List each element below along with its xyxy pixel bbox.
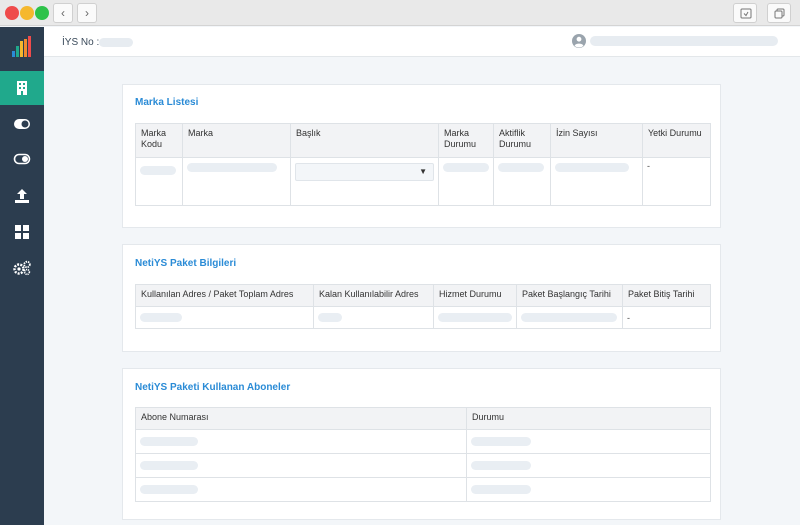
column-header-brand: Marka xyxy=(182,123,291,158)
close-window-button[interactable] xyxy=(5,6,19,20)
package-end-date-value: - xyxy=(627,312,630,323)
subscriber-number-value xyxy=(140,485,198,494)
bar-chart-logo-icon[interactable] xyxy=(0,27,44,67)
package-info-title: NetiYS Paket Bilgileri xyxy=(135,258,237,269)
permission-count-value xyxy=(555,163,629,172)
toggle-off-icon xyxy=(13,153,31,165)
share-icon xyxy=(740,8,752,19)
subscribers-title: NetiYS Paketi Kullanan Aboneler xyxy=(135,382,291,393)
column-header-service-status: Hizmet Durumu xyxy=(433,284,517,307)
sidebar-item-upload[interactable] xyxy=(0,179,44,213)
authority-status-value: - xyxy=(647,161,650,171)
column-header-used-total-address: Kullanılan Adres / Paket Toplam Adres xyxy=(135,284,314,307)
iys-number-label: İYS No : xyxy=(62,37,100,48)
subscriber-status-value xyxy=(471,437,531,446)
share-button[interactable] xyxy=(733,3,757,23)
column-header-package-end-date: Paket Bitiş Tarihi xyxy=(622,284,711,307)
subscriber-status-value xyxy=(471,485,531,494)
column-header-status: Durumu xyxy=(466,407,711,430)
tabs-button[interactable] xyxy=(767,3,791,23)
column-header-active-status: Aktiflik Durumu xyxy=(493,123,551,158)
subscriber-status-value xyxy=(471,461,531,470)
used-total-address-value xyxy=(140,313,182,322)
active-status-value xyxy=(498,163,544,172)
table-row: - xyxy=(135,306,711,329)
top-header: İYS No : xyxy=(44,27,800,57)
sidebar-item-permissions-off[interactable] xyxy=(0,142,44,176)
subscribers-table: Abone Numarası Durumu xyxy=(135,407,711,502)
column-header-authority-status: Yetki Durumu xyxy=(642,123,711,158)
subscriber-number-value xyxy=(140,461,198,470)
subscribers-card: NetiYS Paketi Kullanan Aboneler Abone Nu… xyxy=(122,368,721,520)
sidebar-item-dashboard[interactable] xyxy=(0,215,44,249)
back-button[interactable]: ‹ xyxy=(53,3,73,23)
building-icon xyxy=(17,81,27,95)
forward-button[interactable]: › xyxy=(77,3,97,23)
sidebar xyxy=(0,27,44,525)
service-status-value xyxy=(438,313,512,322)
package-start-date-value xyxy=(521,313,617,322)
table-row xyxy=(135,453,711,478)
browser-chrome: ‹ › xyxy=(0,0,800,26)
column-header-title: Başlık xyxy=(290,123,439,158)
sidebar-item-settings[interactable] xyxy=(0,251,44,285)
table-row: ▼ - xyxy=(135,157,711,206)
brand-list-table: Marka Kodu Marka Başlık Marka Durumu Akt… xyxy=(135,123,711,206)
sidebar-item-companies[interactable] xyxy=(0,71,44,105)
package-info-table: Kullanılan Adres / Paket Toplam Adres Ka… xyxy=(135,284,711,329)
user-name[interactable] xyxy=(590,36,778,46)
title-select[interactable]: ▼ xyxy=(295,163,434,181)
grid-icon xyxy=(15,225,29,239)
user-avatar-icon[interactable] xyxy=(572,34,586,48)
remaining-address-value xyxy=(318,313,342,322)
maximize-window-button[interactable] xyxy=(35,6,49,20)
chevron-down-icon: ▼ xyxy=(419,167,427,176)
subscriber-number-value xyxy=(140,437,198,446)
column-header-package-start-date: Paket Başlangıç Tarihi xyxy=(516,284,623,307)
cogs-icon xyxy=(13,260,31,276)
upload-icon xyxy=(15,189,29,203)
sidebar-item-permissions-on[interactable] xyxy=(0,107,44,141)
table-row xyxy=(135,429,711,454)
table-row xyxy=(135,477,711,502)
column-header-remaining-address: Kalan Kullanılabilir Adres xyxy=(313,284,434,307)
brand-status-value xyxy=(443,163,489,172)
column-header-brand-status: Marka Durumu xyxy=(438,123,494,158)
iys-number-value xyxy=(99,38,133,47)
minimize-window-button[interactable] xyxy=(20,6,34,20)
column-header-permission-count: İzin Sayısı xyxy=(550,123,643,158)
brand-value xyxy=(187,163,277,172)
column-header-subscriber-number: Abone Numarası xyxy=(135,407,467,430)
brand-code-value xyxy=(140,166,176,175)
package-info-card: NetiYS Paket Bilgileri Kullanılan Adres … xyxy=(122,244,721,352)
copy-icon xyxy=(774,8,785,19)
column-header-brand-code: Marka Kodu xyxy=(135,123,183,158)
toggle-on-icon xyxy=(14,119,30,129)
brand-list-title: Marka Listesi xyxy=(135,97,199,108)
brand-list-card: Marka Listesi Marka Kodu Marka Başlık Ma… xyxy=(122,84,721,228)
